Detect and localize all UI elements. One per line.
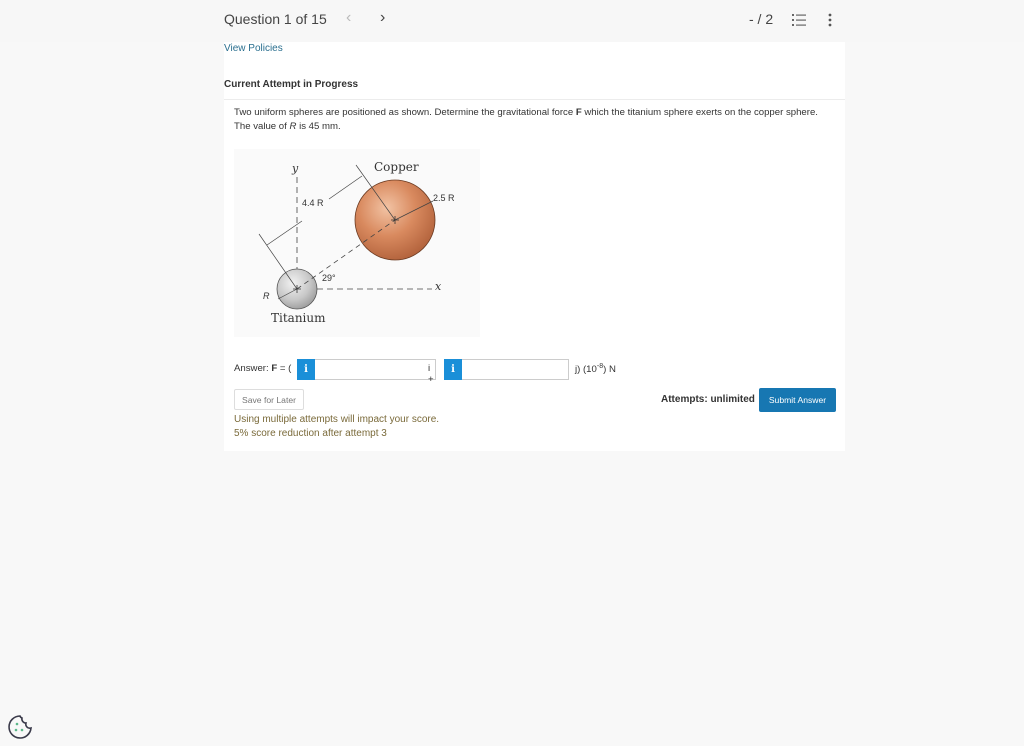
i-component-input[interactable] bbox=[315, 359, 436, 380]
attempts-label: Attempts: unlimited bbox=[661, 394, 755, 405]
divider bbox=[224, 99, 845, 100]
copper-radius-label: 2.5 R bbox=[433, 193, 455, 203]
angle-label: 29° bbox=[322, 273, 336, 283]
submit-answer-button[interactable]: Submit Answer bbox=[759, 388, 836, 412]
x-axis-label: x bbox=[435, 280, 442, 293]
distance-label: 4.4 R bbox=[302, 198, 324, 208]
answer-prefix: Answer: bbox=[234, 363, 272, 374]
unit-label: j) (10-8) N bbox=[575, 363, 616, 375]
answer-label: Answer: F = ( bbox=[234, 363, 291, 374]
numbered-list-icon[interactable] bbox=[792, 13, 806, 27]
unit-suffix: ) N bbox=[603, 364, 616, 376]
y-axis-label: y bbox=[292, 162, 299, 175]
titanium-label: Titanium bbox=[271, 311, 326, 325]
titanium-radius-label: R bbox=[263, 291, 270, 301]
top-bar bbox=[0, 0, 1024, 42]
question-text-part: Two uniform spheres are positioned as sh… bbox=[234, 107, 576, 118]
score-display: - / 2 bbox=[749, 11, 774, 27]
score-reduction-note: 5% score reduction after attempt 3 bbox=[234, 428, 387, 439]
cookie-settings-icon[interactable] bbox=[6, 713, 34, 741]
problem-figure: y x Copper Titanium 4.4 R 2.5 R R 29° bbox=[234, 149, 480, 337]
i-unit-label: i + bbox=[428, 363, 434, 385]
attempt-heading: Current Attempt in Progress bbox=[224, 79, 359, 90]
chevron-left-icon[interactable]: ‹ bbox=[346, 9, 351, 27]
chevron-right-icon[interactable]: › bbox=[380, 9, 385, 27]
info-icon-j-component[interactable]: i bbox=[444, 359, 462, 380]
answer-open-paren: = ( bbox=[277, 363, 292, 374]
unit-prefix: j) (10 bbox=[575, 364, 597, 376]
info-icon-i-component[interactable]: i bbox=[297, 359, 315, 380]
save-for-later-button[interactable]: Save for Later bbox=[234, 389, 304, 410]
attempts-warning: Using multiple attempts will impact your… bbox=[234, 414, 440, 425]
view-policies-link[interactable]: View Policies bbox=[224, 43, 283, 54]
question-text: Two uniform spheres are positioned as sh… bbox=[234, 106, 834, 134]
j-component-input[interactable] bbox=[462, 359, 569, 380]
question-text-part: is 45 mm. bbox=[296, 121, 341, 132]
question-counter: Question 1 of 15 bbox=[224, 11, 327, 27]
vertical-ellipsis-icon[interactable] bbox=[824, 12, 836, 28]
copper-label: Copper bbox=[374, 160, 419, 174]
spheres-diagram bbox=[258, 164, 436, 310]
